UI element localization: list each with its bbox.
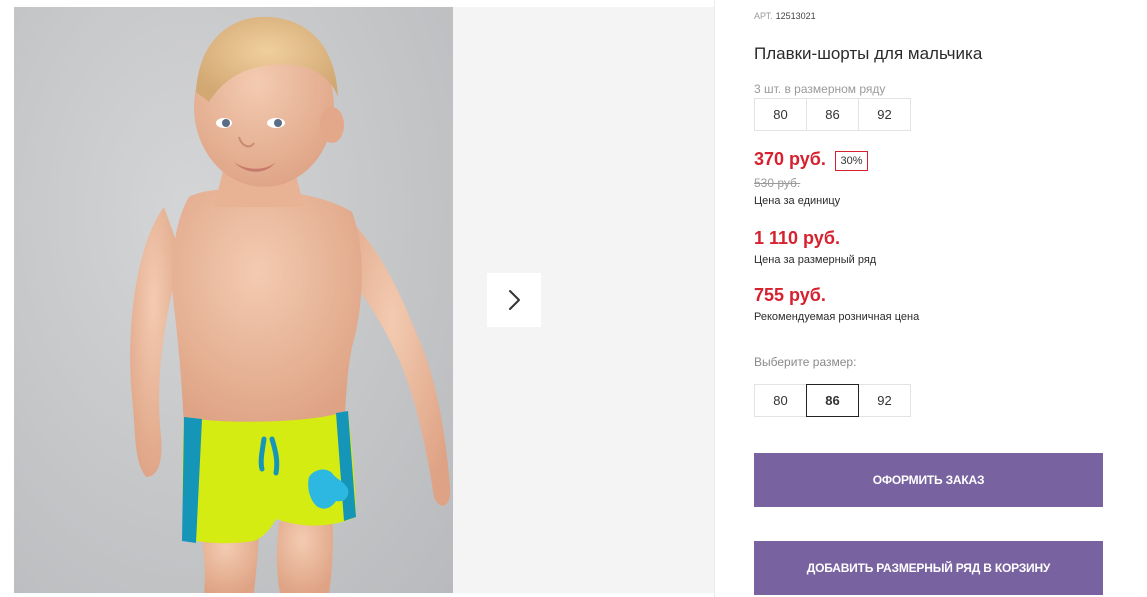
size-option-92[interactable]: 92 xyxy=(858,384,911,417)
add-series-to-cart-button[interactable]: Добавить размерный ряд в корзину xyxy=(754,541,1103,595)
unit-price-caption: Цена за единицу xyxy=(754,195,841,207)
choose-size-label: Выберите размер: xyxy=(754,355,857,369)
article-number: АРТ. 12513021 xyxy=(754,11,816,21)
size-option-86[interactable]: 86 xyxy=(806,384,859,417)
gallery-next-button[interactable] xyxy=(487,273,541,327)
series-price-caption: Цена за размерный ряд xyxy=(754,254,877,266)
panel-divider xyxy=(714,0,715,597)
series-size-92: 92 xyxy=(858,98,911,131)
discount-badge: 30% xyxy=(835,151,868,171)
chevron-right-icon xyxy=(509,290,520,310)
unit-price: 370 руб. xyxy=(754,149,826,169)
series-count: 3 шт. в размерном ряду xyxy=(754,82,886,96)
series-size-80: 80 xyxy=(754,98,807,131)
size-selector: 80 86 92 xyxy=(754,384,911,417)
series-size-86: 86 xyxy=(806,98,859,131)
old-price: 530 руб. xyxy=(754,176,801,190)
product-photo[interactable] xyxy=(14,7,453,593)
series-price: 1 110 руб. xyxy=(754,228,840,248)
product-title: Плавки-шорты для мальчика xyxy=(754,44,983,63)
article-label: АРТ. xyxy=(754,11,773,21)
retail-price-caption: Рекомендуемая розничная цена xyxy=(754,311,920,323)
series-sizes: 80 86 92 xyxy=(754,98,911,131)
order-button[interactable]: Оформить заказ xyxy=(754,453,1103,507)
retail-price: 755 руб. xyxy=(754,285,826,305)
article-value: 12513021 xyxy=(775,11,816,21)
size-option-80[interactable]: 80 xyxy=(754,384,807,417)
